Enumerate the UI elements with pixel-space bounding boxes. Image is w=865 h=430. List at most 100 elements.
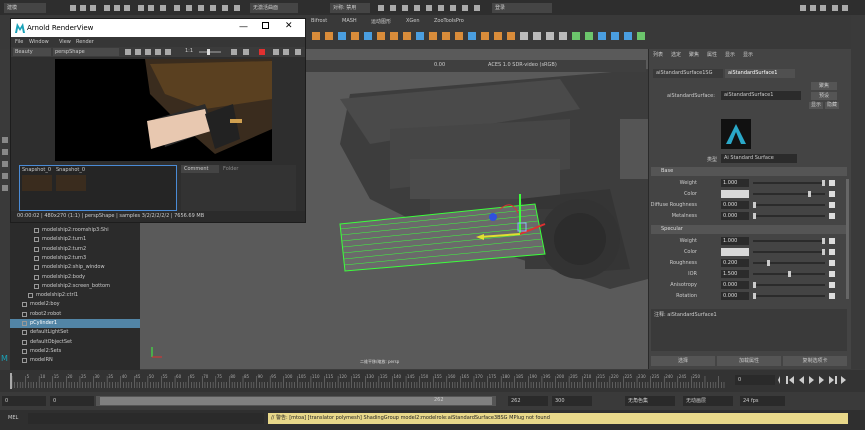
attr-tab-attributes[interactable]: 属性 [707,51,717,58]
shelf-tab-mash[interactable]: MASH [342,18,357,24]
map-button-icon[interactable] [829,180,835,186]
menu-window[interactable]: Window [29,39,49,45]
load-attributes-button[interactable]: 加载属性 [717,356,781,366]
outliner-item[interactable]: model2:Sets [10,347,140,356]
character-set-dropdown[interactable]: 无角色集 [625,396,675,406]
outliner-item[interactable]: modelRN [10,356,140,365]
shelf-tab-bifrost[interactable]: Bifrost [311,18,327,24]
specular-section-header[interactable]: Specular [651,225,847,234]
map-button-icon[interactable] [829,282,835,288]
login-dropdown[interactable]: 登录 [492,3,552,13]
fps-dropdown[interactable]: 24 fps [740,396,785,406]
outliner-item[interactable]: modelship2:ctrl1 [10,291,140,300]
specular-param-field[interactable]: 1.500 [721,270,749,278]
outliner-item[interactable]: modelship2:turn3 [10,254,140,263]
specular-param-slider[interactable] [753,260,825,266]
render-toolbar-icons[interactable] [378,3,488,13]
base-param-slider[interactable] [753,202,825,208]
outliner-item[interactable]: defaultObjectSet [10,338,140,347]
renderview-tool-icons[interactable] [121,48,305,56]
tab-comment[interactable]: Comment [181,165,219,173]
show-button[interactable]: 显示 [809,102,823,109]
mel-label[interactable]: MEL [8,415,18,421]
outliner-item[interactable]: modelship2:ship_window [10,263,140,272]
render-image[interactable] [55,59,272,161]
specular-param-field[interactable]: 1.000 [721,237,749,245]
exposure-value[interactable]: 0.00 [434,62,445,68]
outliner-item[interactable]: modelship2:turn2 [10,245,140,254]
map-button-icon[interactable] [829,191,835,197]
color-space-label[interactable]: ACES 1.0 SDR-video (sRGB) [488,62,557,68]
attr-tab-show[interactable]: 显示 [725,51,735,58]
hide-button[interactable]: 隐藏 [825,102,839,109]
specular-color-swatch[interactable] [721,248,749,256]
outliner-item[interactable]: robot2:robot [10,310,140,319]
range-bar[interactable]: 262 [96,396,496,406]
slider-handle[interactable] [766,260,770,266]
mel-input[interactable] [28,413,264,424]
shelf-tab-zootoolspro[interactable]: ZooToolsPro [434,18,464,24]
type-dropdown[interactable]: Ai Standard Surface [721,154,797,163]
outliner-item[interactable]: defaultLightSet [10,328,140,337]
base-param-field[interactable]: 0.000 [721,201,749,209]
aov-dropdown[interactable]: Beauty [13,48,51,56]
current-frame-field[interactable]: 0 [735,375,775,385]
base-param-field[interactable]: 0.000 [721,212,749,220]
map-button-icon[interactable] [829,213,835,219]
shelf-tab-xgen[interactable]: XGen [406,18,420,24]
outliner-item[interactable]: modelship2:body [10,273,140,282]
preset-button[interactable]: 预设 [811,92,837,100]
specular-param-slider[interactable] [753,238,825,244]
menu-render[interactable]: Render [76,39,94,45]
shelf-tool-icons[interactable] [308,29,648,43]
map-button-icon[interactable] [829,293,835,299]
node-name-field[interactable]: aiStandardSurface1 [721,91,801,100]
base-color-swatch[interactable] [721,190,749,198]
outliner-item[interactable]: modelship2:turn1 [10,235,140,244]
attr-tab-list[interactable]: 列表 [653,51,663,58]
slider-handle[interactable] [753,213,756,219]
panel-toggle-icons[interactable] [800,3,850,13]
right-panel-tabs[interactable] [851,15,865,369]
live-surface-dropdown[interactable]: 无激活曲面 [250,3,298,13]
range-inner-start-field[interactable]: 0 [50,396,94,406]
snapshot-thumb-1[interactable] [22,175,52,191]
menu-view[interactable]: View [59,39,71,45]
attr-tab-display[interactable]: 显示 [743,51,753,58]
slider-handle[interactable] [822,238,825,244]
node-tab-sg[interactable]: aiStandardSurface1SG [653,69,723,78]
anim-layer-dropdown[interactable]: 无动画层 [683,396,733,406]
playback-controls[interactable] [778,375,850,385]
outliner-item[interactable]: modelship2:roomship3:Shi [10,226,140,235]
slider-handle[interactable] [753,293,756,299]
map-button-icon[interactable] [829,249,835,255]
copy-tab-button[interactable]: 复制选项卡 [783,356,847,366]
specular-param-slider[interactable] [753,271,825,277]
camera-dropdown[interactable]: perspShape [53,48,119,56]
workspace-dropdown[interactable]: 建模 [4,3,46,13]
slider-handle[interactable] [753,282,756,288]
base-param-slider[interactable] [753,191,825,197]
tab-folder[interactable]: Folder [223,165,238,173]
outliner-item[interactable]: pCylinder1 [10,319,140,328]
specular-param-slider[interactable] [753,293,825,299]
outliner-item[interactable]: model2:boy [10,300,140,309]
focus-button[interactable]: 聚焦 [811,82,837,90]
map-button-icon[interactable] [829,260,835,266]
map-button-icon[interactable] [829,202,835,208]
node-tab-surface[interactable]: aiStandardSurface1 [725,69,795,78]
toolbox-icons[interactable]: M [0,49,10,370]
shelf-tab-motion-graphics[interactable]: 运动图形 [371,18,391,25]
select-button[interactable]: 选择 [651,356,715,366]
symmetry-dropdown[interactable]: 对称: 禁用 [330,3,370,13]
attr-tab-selected[interactable]: 选定 [671,51,681,58]
specular-param-slider[interactable] [753,282,825,288]
specular-param-field[interactable]: 0.200 [721,259,749,267]
menu-file[interactable]: File [15,39,23,45]
range-end-field[interactable]: 262 [508,396,548,406]
attr-tab-focus[interactable]: 聚焦 [689,51,699,58]
base-param-field[interactable]: 1.000 [721,179,749,187]
snapshot-thumb-2[interactable] [56,175,86,191]
range-outer-end-field[interactable]: 300 [552,396,592,406]
slider-handle[interactable] [822,249,825,255]
